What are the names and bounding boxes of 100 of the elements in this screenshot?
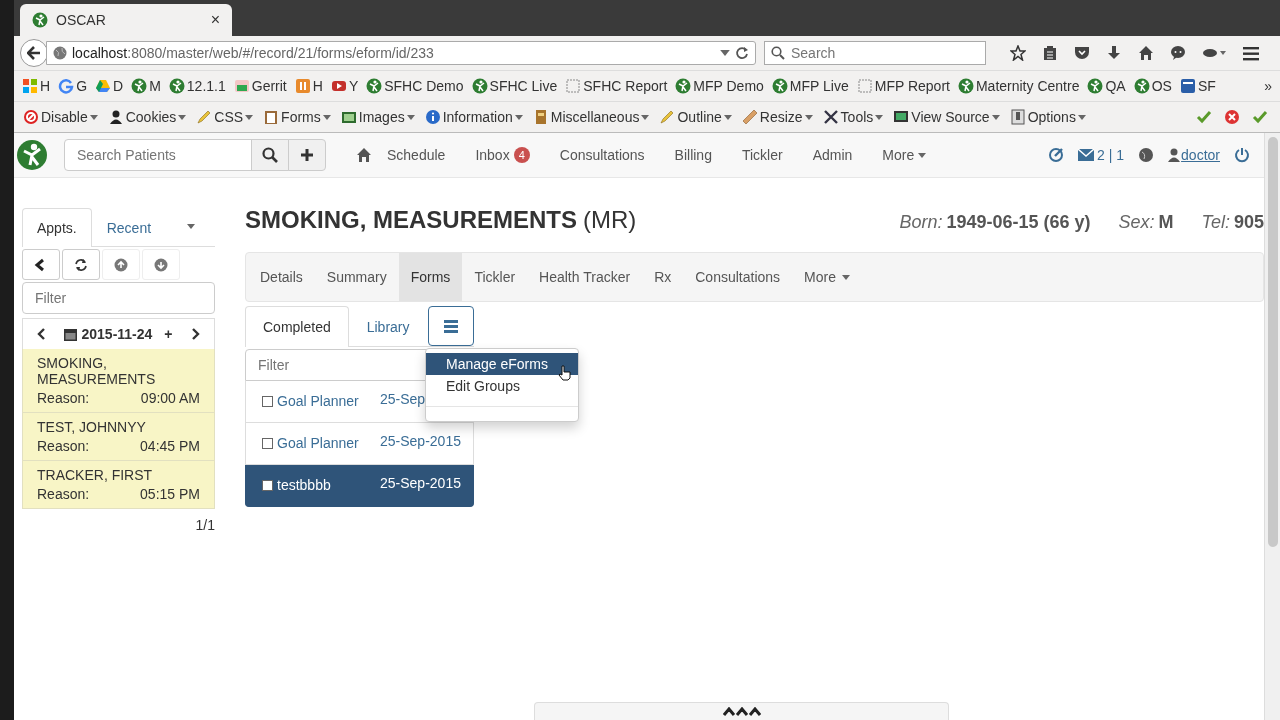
star-icon[interactable] bbox=[1010, 45, 1026, 61]
download-icon[interactable] bbox=[1106, 45, 1122, 61]
more-bookmarks-button[interactable]: » bbox=[1260, 78, 1276, 94]
scroll-up-button[interactable] bbox=[102, 249, 140, 280]
back-button[interactable] bbox=[22, 249, 60, 280]
toolbar-menu[interactable]: Cookies bbox=[102, 109, 192, 125]
toolbar-menu[interactable]: CSS bbox=[191, 109, 259, 125]
bookmark[interactable]: MFP Live bbox=[767, 78, 853, 94]
chevron-left-icon[interactable] bbox=[37, 328, 45, 340]
bookmark[interactable]: MFP Report bbox=[852, 78, 954, 94]
record-tab[interactable]: Details bbox=[248, 253, 315, 301]
appointment-card[interactable]: SMOKING, MEASUREMENTS Reason: 09:00 AM bbox=[22, 349, 215, 413]
home-icon[interactable] bbox=[1138, 45, 1154, 61]
record-tab[interactable]: Rx bbox=[642, 253, 684, 301]
bookmark[interactable]: SFHC Demo bbox=[362, 78, 468, 94]
home-icon[interactable] bbox=[356, 147, 372, 163]
checkbox[interactable] bbox=[262, 395, 273, 407]
address-bar[interactable]: localhost:8080/master/web/#/record/21/forms/eform/id/233 bbox=[46, 41, 756, 65]
bookmark[interactable]: OS bbox=[1129, 78, 1176, 94]
checkbox[interactable] bbox=[262, 437, 273, 449]
power-icon[interactable] bbox=[1234, 147, 1250, 163]
bookmark[interactable]: Maternity Centre bbox=[953, 78, 1084, 94]
back-button[interactable] bbox=[20, 39, 48, 67]
bookmark[interactable]: D bbox=[91, 78, 128, 94]
error-icon[interactable] bbox=[1224, 109, 1240, 125]
record-tab[interactable]: Health Tracker bbox=[527, 253, 643, 301]
appointment-card[interactable]: TRACKER, FIRST Reason: 05:15 PM bbox=[22, 461, 215, 509]
add-patient-button[interactable] bbox=[288, 139, 326, 171]
record-tab[interactable]: Summary bbox=[314, 253, 399, 301]
reading-list-icon[interactable] bbox=[1042, 45, 1058, 61]
bookmark[interactable]: H bbox=[290, 78, 327, 94]
bookmark[interactable]: QA bbox=[1083, 78, 1130, 94]
check-icon[interactable] bbox=[1196, 109, 1212, 125]
toolbar-menu[interactable]: Tools bbox=[817, 109, 889, 125]
search-patients-field[interactable]: Search Patients bbox=[64, 139, 252, 171]
toolbar-menu[interactable]: Outline bbox=[654, 109, 737, 125]
caret-icon bbox=[875, 114, 884, 120]
filter-field[interactable]: Filter bbox=[22, 282, 215, 314]
bookmark[interactable]: Gerrit bbox=[229, 78, 291, 94]
bookmark[interactable]: H bbox=[18, 78, 55, 94]
list-tab[interactable]: Library bbox=[348, 306, 428, 347]
nav-link[interactable]: Tickler bbox=[726, 147, 798, 163]
toolbar-menu[interactable]: Disable bbox=[18, 109, 103, 125]
toolbar-menu[interactable]: Resize bbox=[736, 109, 818, 125]
browser-tab[interactable]: OSCAR × bbox=[20, 4, 232, 36]
toolbar-menu[interactable]: Options bbox=[1004, 109, 1091, 125]
list-tab[interactable]: Completed bbox=[245, 306, 349, 347]
chat-icon[interactable] bbox=[1170, 45, 1186, 61]
bookmark[interactable]: G bbox=[54, 78, 91, 94]
toolbar-menu[interactable]: Information bbox=[419, 109, 528, 125]
bookmark[interactable]: SFHC Live bbox=[467, 78, 562, 94]
bookmark[interactable]: M bbox=[127, 78, 165, 94]
nav-link[interactable]: Billing bbox=[659, 147, 727, 163]
close-tab-button[interactable]: × bbox=[210, 11, 220, 29]
edit-icon[interactable] bbox=[1048, 147, 1065, 163]
check-icon[interactable] bbox=[1252, 109, 1268, 125]
dropdown-caret-icon[interactable] bbox=[720, 50, 730, 56]
toolbar-menu[interactable]: Forms bbox=[258, 109, 336, 125]
reason-label: Reason: bbox=[37, 438, 90, 454]
bookmark[interactable]: MFP Demo bbox=[671, 78, 768, 94]
nav-link[interactable]: Admin bbox=[797, 147, 868, 163]
bookmark[interactable]: SFHC Report bbox=[561, 78, 672, 94]
bookmark[interactable]: 12.1.1 bbox=[164, 78, 230, 94]
search-button[interactable] bbox=[251, 139, 289, 171]
nav-link[interactable]: Schedule bbox=[372, 147, 461, 163]
nav-link[interactable]: Consultations bbox=[544, 147, 660, 163]
sidebar-tab[interactable]: Appts. bbox=[22, 208, 92, 247]
scroll-down-button[interactable] bbox=[142, 249, 180, 280]
bookmark-icon bbox=[1179, 78, 1196, 94]
user-link[interactable]: doctor bbox=[1168, 147, 1220, 163]
refresh-button[interactable] bbox=[62, 249, 100, 280]
reload-icon[interactable] bbox=[735, 46, 749, 60]
appointment-card[interactable]: TEST, JOHNNYY Reason: 04:45 PM bbox=[22, 413, 215, 461]
toolbar-menu[interactable]: Images bbox=[335, 109, 420, 125]
expand-panel-handle[interactable] bbox=[534, 702, 949, 720]
form-row[interactable]: testbbbb 25-Sep-2015 bbox=[245, 465, 474, 507]
groups-menu-button[interactable] bbox=[427, 306, 474, 346]
menu-item[interactable]: Manage eForms bbox=[426, 353, 578, 375]
nav-link[interactable]: Inbox 4 bbox=[460, 147, 545, 163]
messages-link[interactable]: 2 | 1 bbox=[1078, 147, 1125, 163]
nav-link[interactable]: More bbox=[867, 147, 942, 163]
menu-icon[interactable] bbox=[1242, 45, 1260, 61]
record-tab[interactable]: Tickler bbox=[462, 253, 528, 301]
record-tab[interactable]: Consultations bbox=[683, 253, 793, 301]
bookmark[interactable]: SF bbox=[1175, 78, 1220, 94]
add-date-button[interactable]: + bbox=[156, 326, 173, 342]
sidebar-tab[interactable]: Recent bbox=[91, 208, 167, 247]
record-tab[interactable]: Forms bbox=[398, 253, 463, 301]
oscar-logo-icon bbox=[1133, 78, 1150, 94]
caret-icon[interactable] bbox=[187, 223, 195, 229]
oscar-logo-icon[interactable] bbox=[16, 139, 48, 171]
bookmark[interactable]: Y bbox=[326, 78, 363, 94]
toolbar-menu[interactable]: Miscellaneous bbox=[527, 109, 655, 125]
search-field[interactable]: Search bbox=[764, 41, 986, 65]
checkbox[interactable] bbox=[262, 479, 273, 491]
toolbar-menu[interactable]: View Source bbox=[888, 109, 1005, 125]
globe-icon[interactable] bbox=[1138, 147, 1155, 163]
chevron-right-icon[interactable] bbox=[192, 328, 200, 340]
record-tab[interactable]: More bbox=[792, 253, 862, 301]
pocket-icon[interactable] bbox=[1074, 45, 1090, 61]
